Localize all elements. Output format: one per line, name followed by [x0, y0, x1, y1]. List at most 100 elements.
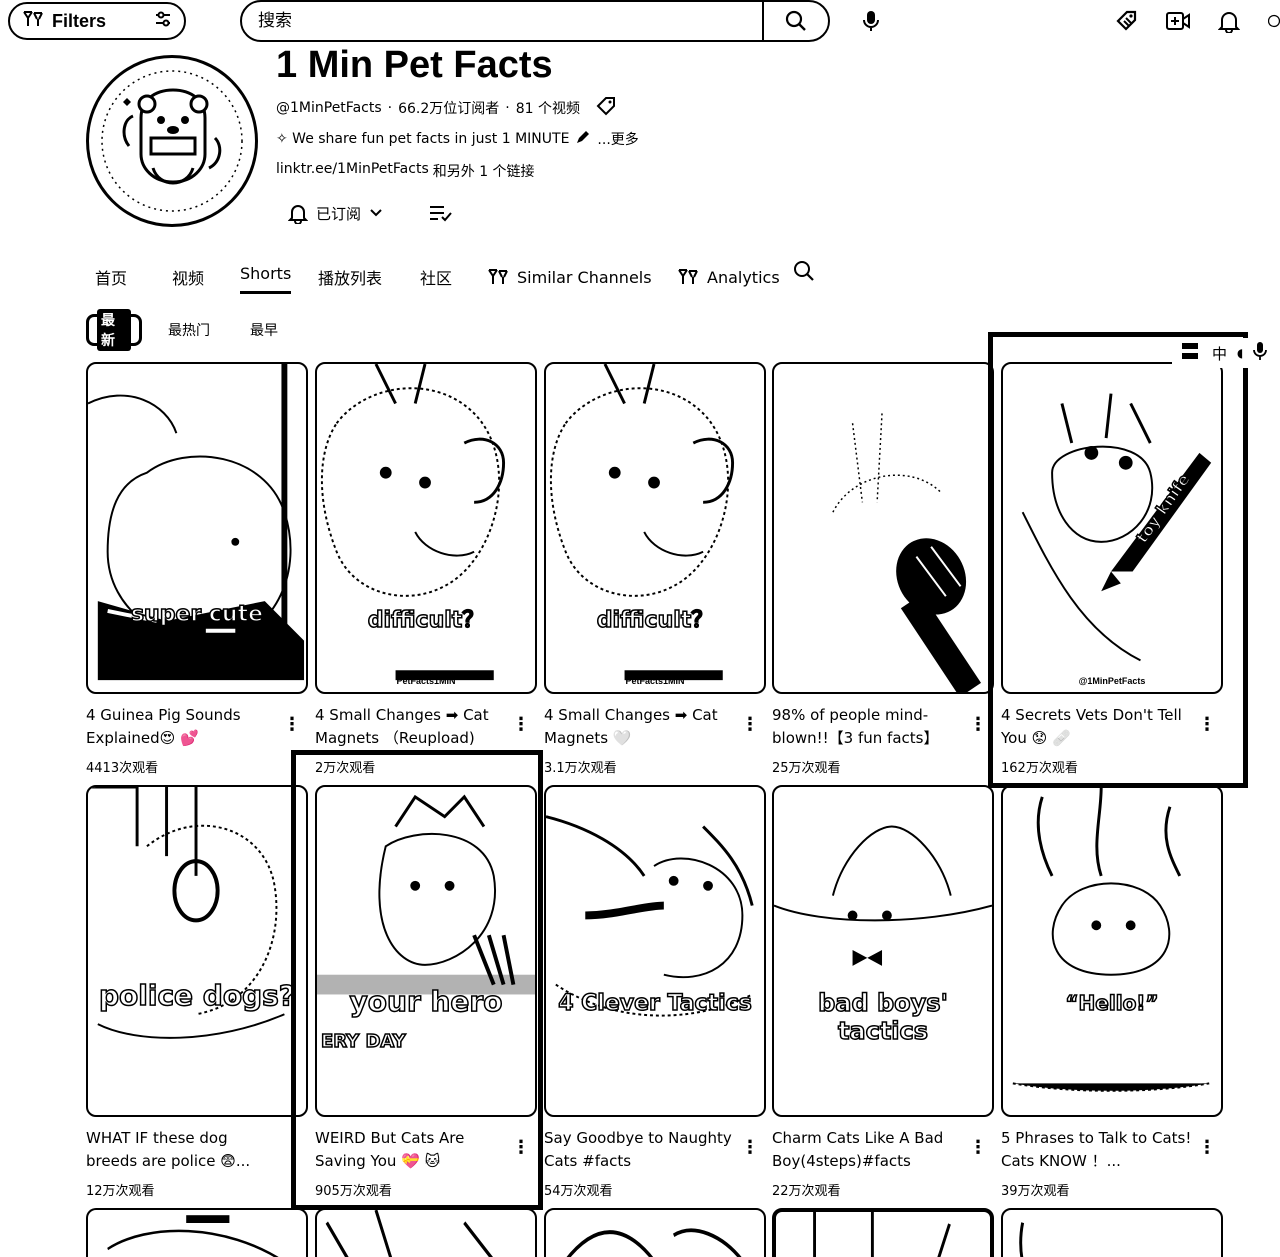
channel-description[interactable]: ✧ We share fun pet facts in just 1 MINUT… [276, 129, 639, 149]
description-more[interactable]: ...更多 [597, 129, 638, 149]
chip-latest[interactable]: 最新 [86, 309, 142, 351]
channel-link-extra[interactable]: 和另外 1 个链接 [433, 161, 535, 181]
short-thumbnail[interactable]: super cute [86, 362, 308, 694]
tag-icon [1116, 10, 1137, 31]
chevron-down-icon [370, 209, 382, 217]
short-card[interactable]: “Hello!” 5 Phrases to Talk to Cats! Cats… [1001, 785, 1225, 1205]
search-input[interactable] [242, 2, 762, 40]
tab-home[interactable]: 首页 [95, 260, 127, 294]
playlist-add-button[interactable] [424, 198, 458, 228]
more-options-button[interactable]: ⋮ [1197, 1135, 1217, 1159]
chip-popular[interactable]: 最热门 [160, 314, 218, 346]
thumbnail-caption: “Hello!” [1065, 990, 1160, 1016]
thumbnail-caption: 4 Clever Tactics [557, 990, 752, 1017]
short-thumbnail[interactable] [315, 1208, 537, 1257]
short-title[interactable]: 4 Secrets Vets Don't Tell You 😟 🩹 [1001, 704, 1193, 750]
short-thumbnail[interactable]: “Hello!” [1001, 785, 1223, 1117]
otter-logo-icon [101, 70, 243, 212]
thumbnail-caption: difficult？ [596, 607, 714, 634]
short-card[interactable]: super cute 4 Guinea Pig Sounds Explained… [86, 362, 310, 782]
short-title[interactable]: Say Goodbye to Naughty Cats #facts [544, 1127, 736, 1173]
chip-oldest[interactable]: 最早 [242, 314, 286, 346]
guinea-pig-image [88, 364, 305, 681]
short-views: 905万次观看 [315, 1184, 392, 1199]
short-title[interactable]: 5 Phrases to Talk to Cats! Cats KNOW ！..… [1001, 1127, 1193, 1173]
voice-search-button[interactable] [856, 6, 886, 36]
short-card[interactable]: 4 Clever Tactics Say Goodbye to Naughty … [544, 785, 768, 1205]
more-vert-icon: ⋮ [1198, 714, 1216, 734]
short-views: 12万次观看 [86, 1184, 155, 1199]
more-options-button[interactable]: ⋮ [740, 712, 760, 736]
more-options-button[interactable]: ⋮ [968, 712, 988, 736]
more-options-button[interactable]: ⋮ [511, 1135, 531, 1159]
search-button[interactable] [762, 2, 828, 40]
ime-toolbar[interactable]: 中 ◖ [1172, 338, 1280, 368]
kitten-hello-image [1012, 787, 1210, 1092]
short-thumbnail[interactable]: difficult？ PetFacts1MIN [315, 362, 537, 694]
tag-button[interactable] [1112, 6, 1142, 36]
short-card[interactable]: difficult？ PetFacts1MIN 4 Small Changes … [315, 362, 539, 782]
short-thumbnail[interactable] [772, 362, 994, 694]
avatar-edge-icon [1268, 14, 1280, 28]
channel-avatar[interactable] [86, 55, 258, 227]
partial-thumbnail-image [325, 1210, 493, 1257]
kitten-knife-image [1021, 393, 1212, 662]
channel-link[interactable]: linktr.ee/1MinPetFacts [276, 161, 429, 181]
short-thumbnail[interactable]: toy knife @1MinPetFacts [1001, 362, 1223, 694]
subscriber-count: 66.2万位订阅者 [398, 101, 500, 117]
account-avatar[interactable] [1268, 6, 1280, 36]
microphone-icon [863, 11, 879, 31]
ime-microphone-icon[interactable] [1253, 341, 1268, 365]
filters-button[interactable]: Filters [8, 2, 186, 40]
short-card[interactable]: difficult？ PetFacts1MIN 4 Small Changes … [544, 362, 768, 782]
short-title[interactable]: 4 Small Changes ➡ Cat Magnets 🤍 [544, 704, 736, 750]
channel-links[interactable]: linktr.ee/1MinPetFacts 和另外 1 个链接 [276, 161, 535, 181]
short-title[interactable]: 4 Guinea Pig Sounds Explained😍 💕 [86, 704, 278, 750]
short-thumbnail[interactable] [1001, 1208, 1223, 1257]
subscribed-button[interactable]: 已订阅 [282, 196, 389, 230]
short-card[interactable]: police dogs? WHAT IF these dog breeds ar… [86, 785, 310, 1205]
tab-playlists[interactable]: 播放列表 [318, 260, 382, 294]
description-text: ✧ We share fun pet facts in just 1 MINUT… [276, 131, 570, 147]
short-card[interactable]: 98% of people mind-blown!!【3 fun facts】 … [772, 362, 996, 782]
more-vert-icon: ⋮ [741, 1137, 759, 1157]
partial-thumbnail-image [566, 1228, 742, 1257]
short-card[interactable]: toy knife @1MinPetFacts 4 Secrets Vets D… [1001, 362, 1225, 782]
short-thumbnail[interactable]: your hero ERY DAY [315, 785, 537, 1117]
short-card[interactable]: bad boys' tactics Charm Cats Like A Bad … [772, 785, 996, 1205]
create-button[interactable] [1163, 6, 1193, 36]
short-thumbnail[interactable]: 4 Clever Tactics [544, 785, 766, 1117]
tab-videos[interactable]: 视频 [172, 260, 204, 294]
short-title[interactable]: 98% of people mind-blown!!【3 fun facts】 [772, 704, 964, 750]
more-options-button[interactable]: ⋮ [511, 712, 531, 736]
short-title[interactable]: WHAT IF these dog breeds are police 😨... [86, 1127, 278, 1173]
short-views: 54万次观看 [544, 1184, 613, 1199]
more-options-button[interactable]: ⋮ [740, 1135, 760, 1159]
short-title[interactable]: Charm Cats Like A Bad Boy(4steps)#facts [772, 1127, 964, 1173]
short-title[interactable]: WEIRD But Cats Are Saving You 💝 🐱 [315, 1127, 507, 1173]
short-card[interactable]: your hero ERY DAY WEIRD But Cats Are Sav… [315, 785, 539, 1205]
tab-community[interactable]: 社区 [420, 260, 452, 294]
short-title[interactable]: 4 Small Changes ➡ Cat Magnets （Reupload) [315, 704, 507, 750]
ime-language[interactable]: 中 [1212, 343, 1227, 364]
short-thumbnail[interactable]: bad boys' tactics [772, 785, 994, 1117]
short-thumbnail[interactable]: police dogs? [86, 785, 308, 1117]
tag-icon[interactable] [596, 96, 618, 120]
tab-shorts[interactable]: Shorts [240, 260, 292, 294]
channel-search-button[interactable] [792, 259, 818, 285]
more-options-button[interactable]: ⋮ [968, 1135, 988, 1159]
tab-analytics[interactable]: Analytics [677, 260, 780, 294]
short-views: 4413次观看 [86, 761, 159, 776]
short-thumbnail[interactable] [544, 1208, 766, 1257]
more-options-button[interactable]: ⋮ [282, 712, 302, 736]
notifications-button[interactable] [1214, 6, 1244, 36]
search-icon [794, 261, 814, 281]
thumbnail-watermark: @1MinPetFacts [1078, 676, 1146, 686]
more-options-button[interactable]: ⋮ [1197, 712, 1217, 736]
tab-similar-channels[interactable]: Similar Channels [487, 260, 652, 294]
more-vert-icon: ⋮ [969, 714, 987, 734]
short-thumbnail[interactable] [86, 1208, 308, 1257]
short-thumbnail[interactable]: difficult？ PetFacts1MIN [544, 362, 766, 694]
short-thumbnail[interactable] [772, 1208, 994, 1257]
video-add-icon [1166, 12, 1190, 30]
